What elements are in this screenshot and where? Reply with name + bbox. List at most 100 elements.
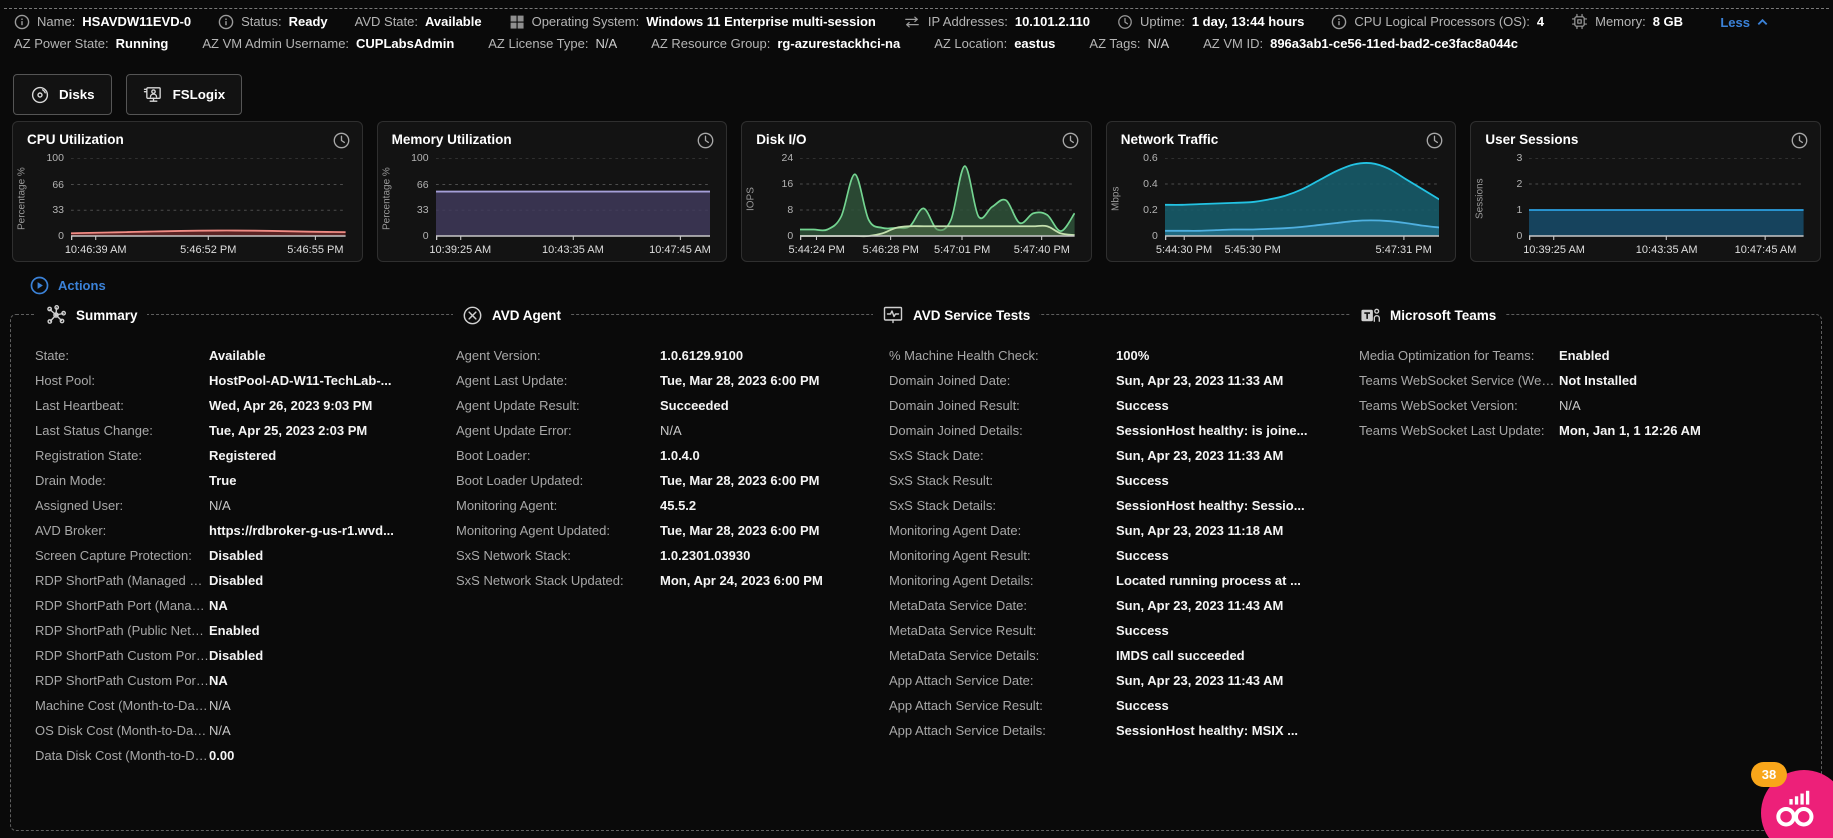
detail-label: Teams WebSocket Service (Web... <box>1359 373 1559 388</box>
y-axis-label: Percentage % <box>381 167 393 231</box>
y-tick-label: 100 <box>411 152 429 164</box>
history-clock-icon[interactable] <box>332 131 351 150</box>
detail-value: Mon, Apr 24, 2023 6:00 PM <box>660 573 823 588</box>
teams-icon <box>1360 305 1381 326</box>
y-tick-label: 24 <box>781 152 794 164</box>
history-clock-icon[interactable] <box>696 131 715 150</box>
section-title: AVD Service Tests <box>913 307 1031 323</box>
x-tick-label: 10:47:45 AM <box>649 244 711 256</box>
topbar-item-label: AZ Resource Group: <box>651 36 771 51</box>
detail-label: Media Optimization for Teams: <box>1359 348 1535 363</box>
detail-row: Last Heartbeat: Wed, Apr 26, 2023 9:03 PM <box>35 393 440 418</box>
x-axis-labels: 10:46:39 AM 5:46:52 PM 5:46:55 PM <box>65 244 346 260</box>
detail-row: MetaData Service Details: IMDS call succe… <box>889 643 1345 668</box>
chart-title: Network Traffic <box>1120 132 1219 147</box>
chart-title: CPU Utilization <box>27 132 124 147</box>
topbar-item-value: 4 <box>1536 14 1545 29</box>
detail-row: SxS Stack Date: Sun, Apr 23, 2023 11:33 A… <box>889 443 1345 468</box>
detail-value: Success <box>1116 548 1169 563</box>
detail-value: Sun, Apr 23, 2023 11:33 AM <box>1116 373 1284 388</box>
chart-plot <box>800 158 1075 240</box>
topbar-item-value: HSAVDW11EVD-0 <box>82 14 192 29</box>
detail-value: Disabled <box>209 548 264 563</box>
detail-label: Last Status Change: <box>35 423 153 438</box>
topbar-item: IP Addresses: 10.101.2.110 <box>903 14 1090 30</box>
detail-row: SxS Stack Details: SessionHost healthy: S… <box>889 493 1345 518</box>
detail-label: Registration State: <box>35 448 142 463</box>
chart-card: User Sessions Sessions 0 1 2 3 10:39:25 AM 10:4… <box>1470 121 1821 262</box>
topbar-item: Uptime: 1 day, 13:44 hours <box>1117 14 1304 30</box>
detail-row: Boot Loader: 1.0.4.0 <box>456 443 874 468</box>
detail-row: SxS Stack Result: Success <box>889 468 1345 493</box>
y-tick-label: 2 <box>1516 178 1523 190</box>
y-axis-label: Mbps <box>1110 186 1122 212</box>
detail-label: MetaData Service Result: <box>889 623 1037 638</box>
y-tick-label: 16 <box>781 178 794 190</box>
y-tick-label: 0.2 <box>1143 204 1158 216</box>
disk-icon <box>30 85 50 105</box>
detail-label: SxS Network Stack: <box>456 548 571 563</box>
detail-row: Host Pool: HostPool-AD-W11-TechLab-... <box>35 368 440 393</box>
history-clock-icon[interactable] <box>1425 131 1444 150</box>
detail-row: % Machine Health Check: 100% <box>889 343 1345 368</box>
x-tick-label: 5:47:31 PM <box>1375 244 1432 256</box>
detail-label: SxS Stack Details: <box>889 498 996 513</box>
topbar-item-value: 8 GB <box>1652 14 1684 29</box>
detail-row: Domain Joined Details: SessionHost health… <box>889 418 1345 443</box>
detail-row: Screen Capture Protection: Disabled <box>35 543 440 568</box>
x-axis-labels: 5:44:30 PM 5:45:30 PM 5:47:31 PM <box>1156 244 1440 260</box>
detail-value: Success <box>1116 473 1169 488</box>
x-tick-label: 10:47:45 AM <box>1734 244 1797 256</box>
detail-value: N/A <box>209 723 231 738</box>
detail-label: Data Disk Cost (Month-to-Date): <box>35 748 209 763</box>
detail-value: True <box>209 473 237 488</box>
detail-value: Enabled <box>1559 348 1610 363</box>
history-clock-icon[interactable] <box>1790 131 1809 150</box>
detail-label: Teams WebSocket Last Update: <box>1359 423 1545 438</box>
detail-value: Tue, Apr 25, 2023 2:03 PM <box>209 423 368 438</box>
assistant-launcher[interactable]: 38 <box>1751 760 1833 838</box>
detail-value: Success <box>1116 398 1169 413</box>
topbar-item-value: CUPLabsAdmin <box>356 36 455 51</box>
x-axis-labels: 5:44:24 PM 5:46:28 PM 5:47:01 PM 5:47:40 PM <box>789 244 1075 260</box>
history-clock-icon[interactable] <box>1061 131 1080 150</box>
x-tick-label: 10:46:39 AM <box>64 244 127 256</box>
detail-row: Agent Last Update: Tue, Mar 28, 2023 6:00… <box>456 368 874 393</box>
x-tick-label: 10:39:25 AM <box>429 244 492 256</box>
detail-label: RDP ShortPath (Public Networks): <box>35 623 209 638</box>
detail-label: Assigned User: <box>35 498 124 513</box>
hub-icon <box>45 304 67 326</box>
topbar-item-value: eastus <box>1014 36 1056 51</box>
topbar-item-value: Windows 11 Enterprise multi-session <box>646 14 876 29</box>
section-header-avd-service-tests: AVD Service Tests <box>873 304 1040 326</box>
x-tick-label: 5:46:28 PM <box>862 244 919 256</box>
less-toggle[interactable]: Less <box>1720 15 1769 30</box>
windows-icon <box>509 14 525 30</box>
topbar-item-label: Status: <box>241 14 282 29</box>
detail-label: Monitoring Agent Result: <box>889 548 1031 563</box>
signal-bars-icon <box>1776 790 1814 827</box>
detail-row: Teams WebSocket Service (Web... Not Insta… <box>1359 368 1789 393</box>
section-column: Agent Version: 1.0.6129.9100 Agent Last Up… <box>456 343 874 593</box>
detail-row: Last Status Change: Tue, Apr 25, 2023 2:0… <box>35 418 440 443</box>
chart-card: Disk I/O IOPS 0 8 16 24 5:44:24 PM 5:46:28 PM 5:… <box>741 121 1092 262</box>
actions-button[interactable]: Actions <box>30 276 106 295</box>
fslogix-button[interactable]: FSLogix <box>125 74 243 115</box>
detail-label: Machine Cost (Month-to-Date): <box>35 698 209 713</box>
detail-value: N/A <box>1559 398 1581 413</box>
chip-icon <box>1571 13 1588 30</box>
topbar-item: Name: HSAVDW11EVD-0 <box>14 14 191 30</box>
agent-icon <box>462 305 483 326</box>
section-column: State: Available Host Pool: HostPool-AD-W11… <box>35 343 440 768</box>
notification-badge[interactable]: 38 <box>1751 762 1787 787</box>
y-tick-label: 33 <box>416 204 429 217</box>
disks-button[interactable]: Disks <box>13 74 112 115</box>
y-tick-label: 33 <box>52 204 64 217</box>
y-tick-label: 0 <box>1516 230 1523 242</box>
info-icon <box>218 14 234 30</box>
chart-title: User Sessions <box>1485 132 1579 147</box>
details-panel: Summary State: Available Host Pool: HostPool… <box>10 304 1822 831</box>
detail-value: Enabled <box>209 623 260 638</box>
detail-row: SxS Network Stack Updated: Mon, Apr 24, 2… <box>456 568 874 593</box>
detail-label: Domain Joined Result: <box>889 398 1020 413</box>
